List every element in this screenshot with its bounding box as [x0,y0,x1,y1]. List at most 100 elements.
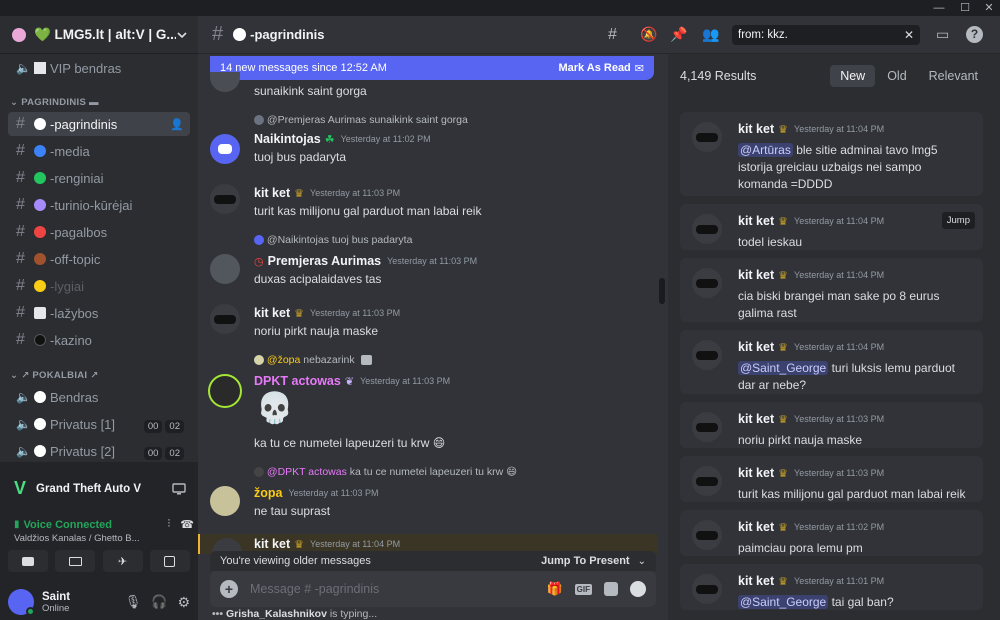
avatar[interactable] [210,72,240,92]
channel-lygiai[interactable]: # -lygiai [8,274,190,298]
channel-turinio-kurejai[interactable]: # -turinio-kūrėjai [8,193,190,217]
activity-button[interactable]: ✈ [102,550,143,572]
inbox-icon[interactable]: ▭ [936,26,949,43]
avatar[interactable] [692,122,722,152]
chat-scrollbar[interactable] [659,278,665,304]
microphone-icon[interactable]: 🎙 [125,594,142,610]
search-result[interactable]: kit ket ♛ Yesterday at 11:04 PM @Artūras b… [680,112,983,196]
message[interactable]: kit ket ♛ Yesterday at 11:03 PM noriu pi… [198,304,658,344]
maximize-icon[interactable]: ☐ [952,0,978,16]
avatar[interactable] [8,589,35,616]
message-author[interactable]: kit ket [254,537,290,551]
message-author[interactable]: kit ket [254,186,290,200]
headphones-icon[interactable]: 🎧 [151,594,167,610]
avatar[interactable] [692,340,722,370]
message[interactable]: @žopa nebazarink DPKT actowas ❦ Yesterda… [198,354,658,454]
gift-icon[interactable]: 🎁 [546,581,562,597]
chevron-down-icon[interactable] [176,29,188,41]
voice-channel-bendras[interactable]: 🔈 Bendras [8,385,190,409]
gear-icon[interactable]: ⚙ [177,594,190,611]
mute-icon[interactable]: 🔕 [640,26,657,43]
message-author[interactable]: DPKT actowas [254,374,341,388]
message-author[interactable]: kit ket [254,306,290,320]
avatar[interactable] [692,268,722,298]
avatar[interactable] [210,486,240,516]
disconnect-icon[interactable]: ☎ [180,518,194,531]
new-messages-bar[interactable]: 14 new messages since 12:52 AM Mark As R… [210,56,654,80]
search-result[interactable]: kit ket ♛ Yesterday at 11:03 PM turit kas … [680,456,983,502]
search-result[interactable]: kit ket ♛ Yesterday at 11:01 PM @Saint_Geo… [680,564,983,610]
result-author[interactable]: kit ket [738,412,774,426]
avatar[interactable] [210,134,240,164]
pin-icon[interactable]: 📌 [670,26,687,43]
message-author[interactable]: Premjeras Aurimas [268,254,382,268]
screen-share-button[interactable] [55,550,96,572]
result-author[interactable]: kit ket [738,268,774,282]
reply-preview[interactable]: @Premjeras Aurimas sunaikink saint gorga [254,114,468,126]
mark-as-read-button[interactable]: Mark As Read [558,62,630,74]
close-window-icon[interactable]: ✕ [976,0,1000,16]
screen-share-icon[interactable] [172,482,186,495]
result-author[interactable]: kit ket [738,340,774,354]
message-composer[interactable]: + Message # -pagrindinis 🎁 GIF [210,571,656,607]
user-mention[interactable]: @Saint_George [738,595,829,609]
search-result[interactable]: kit ket ♛ Yesterday at 11:04 PM cia biski … [680,258,983,322]
emoji-icon[interactable] [630,581,646,597]
message-author[interactable]: Naikintojas [254,132,321,146]
jump-to-present-button[interactable]: Jump To Present [541,555,629,567]
noise-suppression-icon[interactable]: ⫶ [168,518,171,531]
voice-channel-privatus-2[interactable]: 🔈 Privatus [2] 00 02 [8,439,190,463]
category-pagrindinis[interactable]: ⌄ PAGRINDINIS ▬ [10,97,99,108]
search-input[interactable]: from: kkz. [738,29,904,41]
message-author[interactable]: žopa [254,486,282,500]
avatar[interactable] [692,214,722,244]
member-list-icon[interactable]: 👥 [702,26,719,43]
avatar[interactable] [692,412,722,442]
help-icon[interactable]: ? [966,26,983,43]
user-mention[interactable]: @Artūras [738,143,793,157]
sort-tab-relevant[interactable]: Relevant [919,65,988,87]
threads-icon[interactable]: # [608,26,617,44]
channel-kazino[interactable]: # -kazino [8,328,190,352]
message[interactable]: @Premjeras Aurimas sunaikink saint gorga… [198,114,658,174]
minimize-icon[interactable]: — [926,0,952,16]
avatar[interactable] [210,254,240,284]
avatar[interactable] [210,304,240,334]
avatar[interactable] [208,374,242,408]
message[interactable]: @DPKT actowas ka tu ce numetei lapeuzeri… [198,466,658,526]
category-pokalbiai[interactable]: ⌄ ↗ POKALBIAI ↗ [10,370,99,381]
camera-button[interactable] [8,550,48,572]
message[interactable]: kit ket ♛ Yesterday at 11:03 PM turit ka… [198,184,658,224]
channel-lazybos[interactable]: # -lažybos [8,301,190,325]
channel-vip-bendras[interactable]: 🔈 VIP bendras [8,56,190,80]
result-author[interactable]: kit ket [738,574,774,588]
server-header[interactable]: 💚 LMG5.lt | alt:V | G... [0,16,198,54]
search-result[interactable]: kit ket ♛ Yesterday at 11:03 PM noriu pirk… [680,402,983,448]
message-input[interactable]: Message # -pagrindinis [250,582,538,596]
message[interactable]: sunaikink saint gorga [198,72,658,100]
result-author[interactable]: kit ket [738,520,774,534]
channel-off-topic[interactable]: # -off-topic [8,247,190,271]
search-result[interactable]: kit ket ♛ Yesterday at 11:04 PM @Saint_Geo… [680,330,983,394]
avatar[interactable] [692,574,722,604]
channel-media[interactable]: # -media [8,139,190,163]
search-result[interactable]: kit ket ♛ Yesterday at 11:04 PM todel iesk… [680,204,983,250]
sticker-icon[interactable] [604,582,618,596]
result-author[interactable]: kit ket [738,214,774,228]
avatar[interactable] [210,184,240,214]
result-author[interactable]: kit ket [738,466,774,480]
soundboard-button[interactable] [149,550,190,572]
reply-preview[interactable]: @žopa nebazarink [254,354,372,366]
search-box[interactable]: from: kkz. ✕ [732,25,920,45]
avatar[interactable] [692,520,722,550]
reply-preview[interactable]: @DPKT actowas ka tu ce numetei lapeuzeri… [254,466,517,478]
channel-pagalbos[interactable]: # -pagalbos [8,220,190,244]
gif-icon[interactable]: GIF [574,583,592,595]
add-member-icon[interactable]: 👤 [170,118,184,131]
jump-button[interactable]: Jump [941,212,975,229]
add-attachment-icon[interactable]: + [220,580,238,598]
result-author[interactable]: kit ket [738,122,774,136]
sort-tab-old[interactable]: Old [877,65,916,87]
clear-search-icon[interactable]: ✕ [904,28,914,42]
older-messages-bar[interactable]: You're viewing older messages Jump To Pr… [210,551,656,571]
